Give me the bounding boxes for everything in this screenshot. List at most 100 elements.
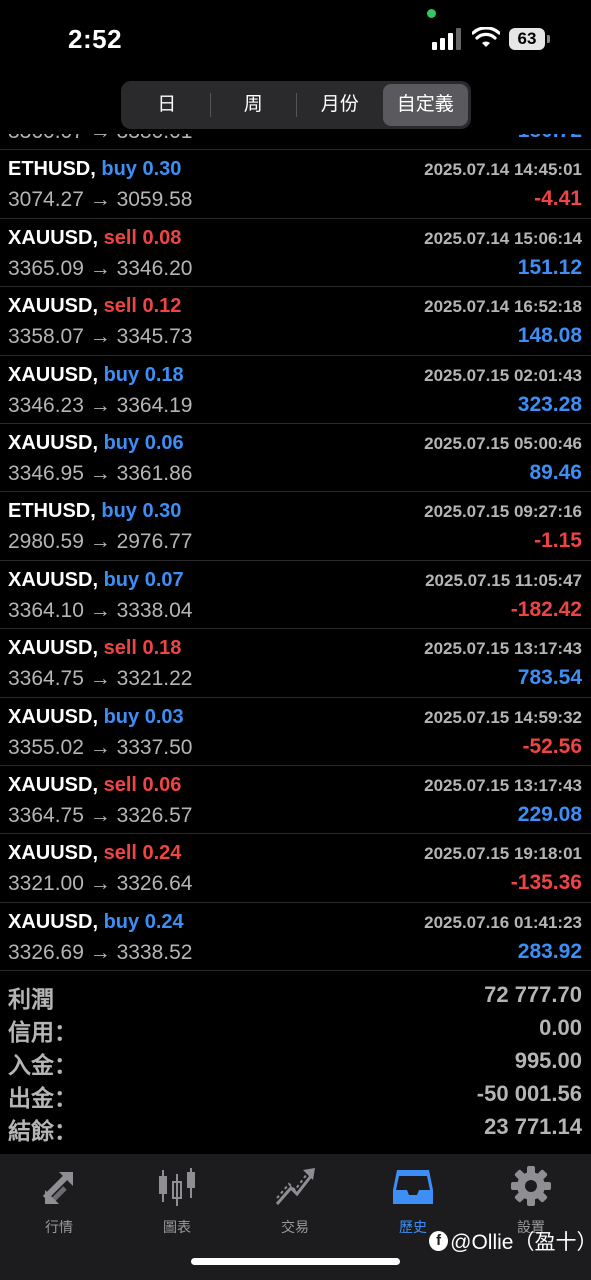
trade-row[interactable]: XAUUSD, buy 0.03 2025.07.15 14:59:32 3355.… — [0, 698, 591, 766]
summary-row: 信用： 0.00 — [0, 1013, 591, 1046]
trade-volume: 0.12 — [142, 295, 182, 318]
trade-symbol: ETHUSD, — [8, 500, 96, 523]
trade-history-list[interactable]: 3360.07 → 3380.01 180.72 ETHUSD, buy 0.3… — [0, 134, 591, 972]
trade-side: buy — [101, 158, 137, 181]
trade-profit: 783.54 — [517, 666, 582, 690]
segment-month[interactable]: 月份 — [297, 84, 383, 126]
trade-symbol-line: XAUUSD, sell 0.12 — [8, 295, 181, 318]
history-inbox-icon — [393, 1170, 433, 1204]
trade-volume: 0.18 — [144, 363, 184, 386]
trade-symbol-line: XAUUSD, buy 0.07 — [8, 569, 184, 592]
trade-symbol: XAUUSD, — [8, 431, 99, 454]
status-bar: 2:52 63 — [0, 0, 591, 80]
trade-profit: 229.08 — [517, 802, 582, 826]
tab-chart[interactable]: 圖表 — [118, 1164, 236, 1237]
trade-volume: 0.18 — [142, 637, 182, 660]
trade-profit: 148.08 — [517, 324, 582, 348]
trade-timestamp: 2025.07.16 01:41:23 — [424, 912, 582, 932]
trade-volume: 0.30 — [142, 158, 182, 181]
tab-label: 圖表 — [163, 1219, 191, 1235]
trade-row[interactable]: XAUUSD, sell 0.08 2025.07.14 15:06:14 3365… — [0, 219, 591, 288]
trade-prices: 3346.23 → 3364.19 — [8, 393, 193, 417]
segment-week[interactable]: 周 — [211, 84, 297, 126]
trade-profit: 323.28 — [517, 392, 582, 416]
trade-symbol-line: ETHUSD, buy 0.30 — [8, 158, 181, 181]
trade-symbol-line: XAUUSD, sell 0.18 — [8, 637, 181, 660]
trade-side: buy — [103, 431, 140, 454]
summary-label: 信用： — [8, 1019, 77, 1045]
trade-row[interactable]: ETHUSD, buy 0.30 2025.07.14 14:45:01 3074.… — [0, 150, 591, 219]
summary-row: 入金： 995.00 — [0, 1046, 591, 1079]
segment-custom[interactable]: 自定義 — [382, 84, 468, 126]
trade-timestamp: 2025.07.15 13:17:43 — [424, 639, 582, 659]
trade-row[interactable]: XAUUSD, buy 0.06 2025.07.15 05:00:46 3346.… — [0, 424, 591, 493]
trade-row[interactable]: XAUUSD, sell 0.06 2025.07.15 13:17:43 3364… — [0, 766, 591, 835]
trade-prices: 3360.07 → 3380.01 — [8, 134, 193, 144]
camera-indicator-dot — [427, 9, 436, 18]
trade-symbol: XAUUSD, — [8, 295, 99, 318]
trade-prices: 3355.02 → 3337.50 — [8, 735, 193, 759]
tab-quotes[interactable]: 行情 — [0, 1164, 118, 1237]
trade-side: sell — [103, 773, 137, 796]
trade-side: sell — [103, 842, 137, 865]
trade-side: buy — [103, 568, 140, 591]
trade-row[interactable]: ETHUSD, buy 0.30 2025.07.15 09:27:16 2980.… — [0, 492, 591, 561]
tab-label: 行情 — [45, 1219, 73, 1235]
trade-volume: 0.03 — [144, 705, 184, 728]
trade-prices: 3364.10 → 3338.04 — [8, 598, 193, 622]
home-indicator — [191, 1258, 400, 1265]
trade-row[interactable]: XAUUSD, buy 0.24 2025.07.16 01:41:23 3326.… — [0, 903, 591, 972]
trade-symbol: XAUUSD, — [8, 363, 99, 386]
trade-row[interactable]: XAUUSD, sell 0.12 2025.07.14 16:52:18 3358… — [0, 287, 591, 356]
period-segmented-control: 日 周 月份 自定義 — [121, 81, 471, 129]
trade-row[interactable]: XAUUSD, sell 0.18 2025.07.15 13:17:43 3364… — [0, 629, 591, 698]
trade-symbol: XAUUSD, — [8, 226, 99, 249]
trade-prices: 3365.09 → 3346.20 — [8, 256, 193, 280]
summary-label: 出金： — [8, 1085, 77, 1111]
partial-trade-row[interactable]: 3360.07 → 3380.01 180.72 — [0, 134, 591, 151]
trade-prices: 3346.95 → 3361.86 — [8, 461, 193, 485]
trade-volume: 0.07 — [144, 568, 184, 591]
trade-symbol: XAUUSD, — [8, 910, 99, 933]
trade-profit: -4.41 — [534, 187, 582, 211]
trade-profit: 151.12 — [517, 255, 582, 279]
trade-timestamp: 2025.07.15 05:00:46 — [424, 433, 582, 453]
summary-label: 入金： — [8, 1052, 77, 1078]
candlestick-chart-icon — [159, 1168, 195, 1206]
trade-timestamp: 2025.07.15 09:27:16 — [424, 502, 582, 522]
trade-side: buy — [103, 363, 140, 386]
trade-side: sell — [103, 637, 137, 660]
trade-row[interactable]: XAUUSD, buy 0.18 2025.07.15 02:01:43 3346.… — [0, 356, 591, 424]
status-time: 2:52 — [68, 24, 123, 54]
trade-row[interactable]: XAUUSD, sell 0.24 2025.07.15 19:18:01 3321… — [0, 834, 591, 903]
cellular-signal-icon — [432, 28, 461, 50]
summary-row: 利潤 72 777.70 — [0, 980, 591, 1013]
summary-label: 結餘： — [8, 1118, 77, 1144]
trade-profit: -1.15 — [534, 529, 582, 553]
account-summary: 利潤 72 777.70 信用： 0.00 入金： 995.00 出金： -50 001.56… — [0, 980, 591, 1145]
segment-day[interactable]: 日 — [124, 84, 210, 126]
trade-side: buy — [103, 705, 140, 728]
trade-timestamp: 2025.07.15 19:18:01 — [424, 844, 582, 864]
trade-profit: -182.42 — [510, 597, 582, 621]
trade-timestamp: 2025.07.14 15:06:14 — [424, 228, 582, 248]
facebook-icon: f — [429, 1231, 449, 1251]
trade-prices: 3358.07 → 3345.73 — [8, 325, 193, 349]
tab-trade[interactable]: 交易 — [236, 1164, 354, 1237]
watermark-text: @Ollie（盈十） — [450, 1231, 591, 1254]
trade-side: sell — [103, 295, 137, 318]
trade-side: buy — [101, 500, 137, 523]
trade-prices: 3326.69 → 3338.52 — [8, 940, 193, 964]
trade-profit: 180.72 — [518, 134, 582, 143]
trade-timestamp: 2025.07.14 16:52:18 — [424, 297, 582, 317]
watermark: f @Ollie（盈十） — [429, 1226, 591, 1256]
trade-timestamp: 2025.07.15 11:05:47 — [425, 570, 582, 590]
summary-row: 出金： -50 001.56 — [0, 1079, 591, 1112]
trade-symbol-line: XAUUSD, sell 0.08 — [8, 227, 181, 250]
trade-symbol-line: XAUUSD, sell 0.06 — [8, 774, 181, 797]
trade-prices: 2980.59 → 2976.77 — [8, 530, 193, 554]
trade-prices: 3364.75 → 3326.57 — [8, 803, 193, 827]
tab-label: 交易 — [281, 1219, 309, 1235]
summary-value: 72 777.70 — [484, 982, 582, 1007]
trade-row[interactable]: XAUUSD, buy 0.07 2025.07.15 11:05:47 3364.… — [0, 561, 591, 630]
